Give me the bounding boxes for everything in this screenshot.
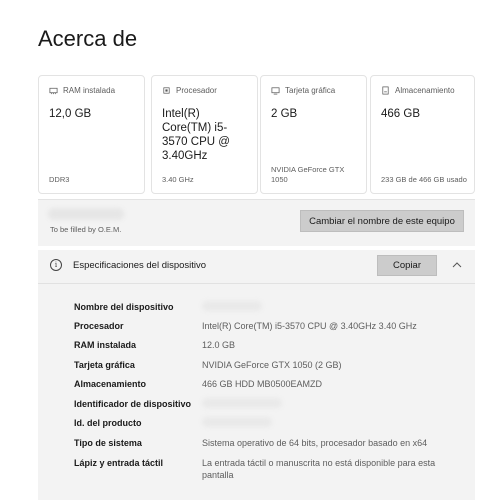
- spec-value: [202, 301, 452, 314]
- device-id-redacted-value: [202, 398, 282, 408]
- spec-value: 12.0 GB: [202, 340, 236, 350]
- rename-pc-button[interactable]: Cambiar el nombre de este equipo: [300, 210, 464, 232]
- device-specifications-title: Especificaciones del dispositivo: [73, 260, 207, 271]
- spec-row-ram: RAM instalada 12.0 GB: [74, 339, 452, 351]
- ram-card-value: 12,0 GB: [49, 108, 92, 120]
- spec-label: Id. del producto: [74, 418, 142, 428]
- spec-value: [202, 398, 452, 411]
- processor-card-footer: 3.40 GHz: [162, 175, 194, 184]
- spec-value: La entrada táctil o manuscrita no está d…: [202, 458, 436, 480]
- page-title: Acerca de: [38, 26, 138, 51]
- spec-row-product-id: Id. del producto: [74, 417, 452, 430]
- spec-label: Procesador: [74, 321, 124, 331]
- graphics-card-value: 2 GB: [271, 108, 298, 120]
- spec-value: Intel(R) Core(TM) i5-3570 CPU @ 3.40GHz …: [202, 321, 417, 331]
- processor-card-value: Intel(R) Core(TM) i5-3570 CPU @ 3.40GHz: [162, 108, 230, 162]
- ram-card-footer: DDR3: [49, 175, 70, 184]
- device-specifications-panel: i Especificaciones del dispositivo Copia…: [38, 250, 475, 500]
- spec-value: [202, 417, 452, 430]
- spec-row-graphics: Tarjeta gráfica NVIDIA GeForce GTX 1050 …: [74, 359, 452, 371]
- spec-label: Nombre del dispositivo: [74, 302, 174, 312]
- info-icon: i: [50, 259, 62, 271]
- spec-value: NVIDIA GeForce GTX 1050 (2 GB): [202, 360, 342, 370]
- processor-card-label: Procesador: [176, 86, 217, 95]
- ram-card: RAM instalada 12,0 GB DDR3: [38, 75, 145, 194]
- device-name-panel: To be filled by O.E.M. Cambiar el nombre…: [38, 199, 475, 246]
- processor-icon: [163, 87, 170, 94]
- spec-row-device-name: Nombre del dispositivo: [74, 301, 452, 314]
- storage-card: Almacenamiento 466 GB 233 GB de 466 GB u…: [370, 75, 475, 194]
- spec-row-pen-touch: Lápiz y entrada táctil La entrada táctil…: [74, 457, 447, 481]
- storage-card-label: Almacenamiento: [395, 86, 455, 95]
- ram-card-label: RAM instalada: [63, 86, 116, 95]
- storage-card-footer: 233 GB de 466 GB usado: [381, 175, 467, 184]
- spec-row-processor: Procesador Intel(R) Core(TM) i5-3570 CPU…: [74, 320, 452, 332]
- graphics-card-footer: NVIDIA GeForce GTX 1050: [271, 165, 345, 184]
- copy-button[interactable]: Copiar: [377, 255, 437, 276]
- spec-label: Tarjeta gráfica: [74, 360, 135, 370]
- storage-card-value: 466 GB: [381, 108, 420, 120]
- spec-row-system-type: Tipo de sistema Sistema operativo de 64 …: [74, 437, 452, 449]
- chevron-up-icon[interactable]: [451, 259, 463, 271]
- spec-value: 466 GB HDD MB0500EAMZD: [202, 379, 323, 389]
- graphics-card: Tarjeta gráfica 2 GB NVIDIA GeForce GTX …: [260, 75, 367, 194]
- spec-label: Identificador de dispositivo: [74, 399, 192, 409]
- device-specifications-header[interactable]: i Especificaciones del dispositivo Copia…: [38, 250, 475, 284]
- storage-icon: [382, 86, 389, 95]
- device-name-redacted-value: [202, 301, 262, 311]
- device-name-subtitle: To be filled by O.E.M.: [50, 225, 122, 234]
- ram-icon: [49, 87, 58, 95]
- spec-value: Sistema operativo de 64 bits, procesador…: [202, 438, 428, 448]
- graphics-card-label: Tarjeta gráfica: [285, 86, 336, 95]
- product-id-redacted-value: [202, 417, 272, 427]
- processor-card: Procesador Intel(R) Core(TM) i5-3570 CPU…: [151, 75, 258, 194]
- graphics-card-icon: [271, 87, 280, 95]
- spec-label: Tipo de sistema: [74, 438, 142, 448]
- spec-label: Lápiz y entrada táctil: [74, 458, 164, 468]
- spec-label: RAM instalada: [74, 340, 137, 350]
- spec-row-device-id: Identificador de dispositivo: [74, 398, 452, 411]
- device-name-redacted: [48, 208, 124, 220]
- spec-row-storage: Almacenamiento 466 GB HDD MB0500EAMZD: [74, 378, 452, 390]
- spec-label: Almacenamiento: [74, 379, 147, 389]
